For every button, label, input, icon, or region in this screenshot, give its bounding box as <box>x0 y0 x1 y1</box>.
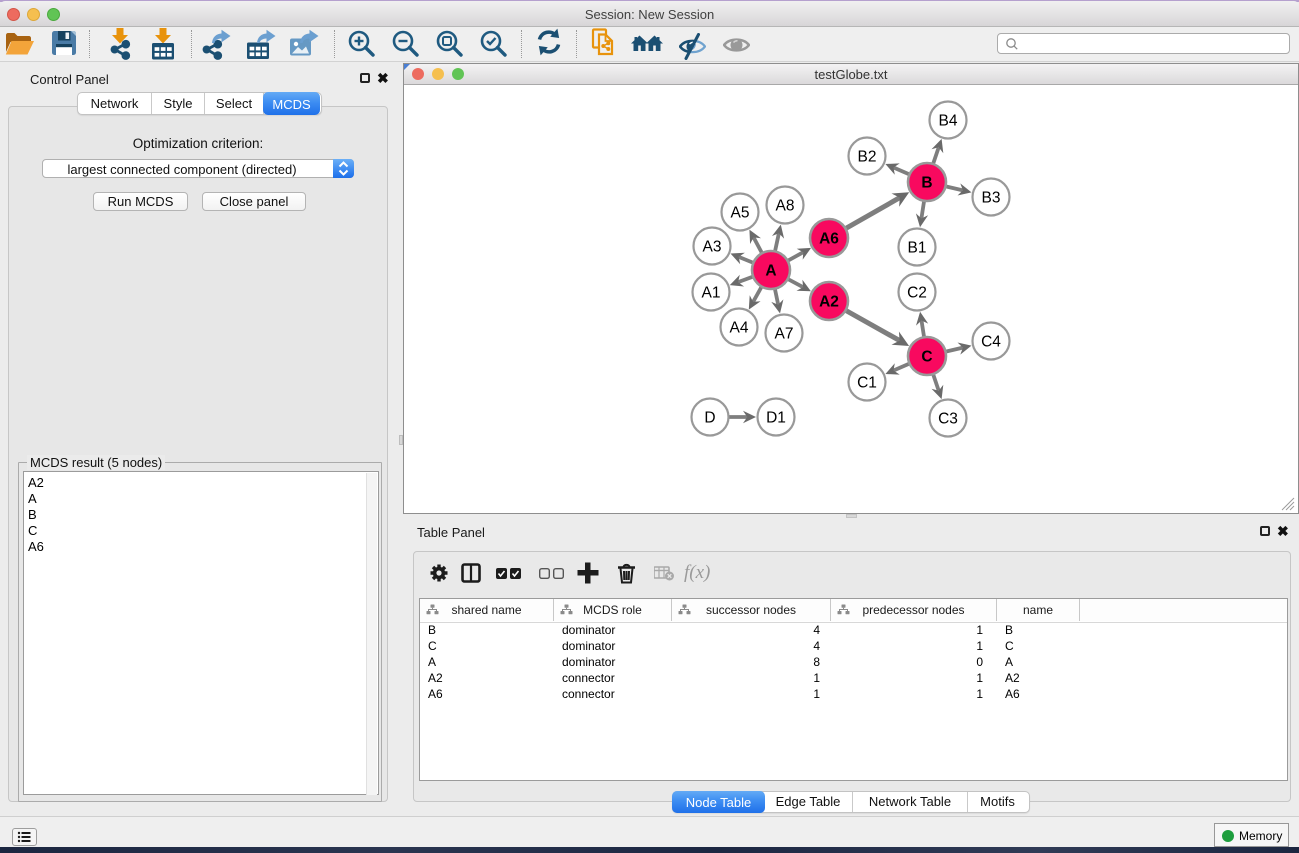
svg-text:B1: B1 <box>908 240 927 257</box>
svg-text:C4: C4 <box>981 334 1001 351</box>
svg-text:A5: A5 <box>731 205 750 222</box>
svg-text:C1: C1 <box>857 375 877 392</box>
svg-text:D1: D1 <box>766 410 786 427</box>
svg-text:A2: A2 <box>819 294 839 311</box>
svg-text:f(x): f(x) <box>684 563 710 583</box>
svg-text:A: A <box>765 263 776 280</box>
svg-text:B2: B2 <box>858 149 877 166</box>
svg-text:D: D <box>704 410 715 427</box>
svg-text:B3: B3 <box>982 190 1001 207</box>
svg-text:B: B <box>921 175 932 192</box>
svg-text:A4: A4 <box>730 320 749 337</box>
svg-text:A3: A3 <box>703 239 722 256</box>
svg-text:A6: A6 <box>819 231 839 248</box>
svg-text:C3: C3 <box>938 411 958 428</box>
svg-text:A1: A1 <box>702 285 721 302</box>
svg-text:C2: C2 <box>907 285 927 302</box>
svg-text:C: C <box>921 349 932 366</box>
svg-text:A7: A7 <box>775 326 794 343</box>
svg-text:A8: A8 <box>776 198 795 215</box>
svg-text:B4: B4 <box>939 113 958 130</box>
